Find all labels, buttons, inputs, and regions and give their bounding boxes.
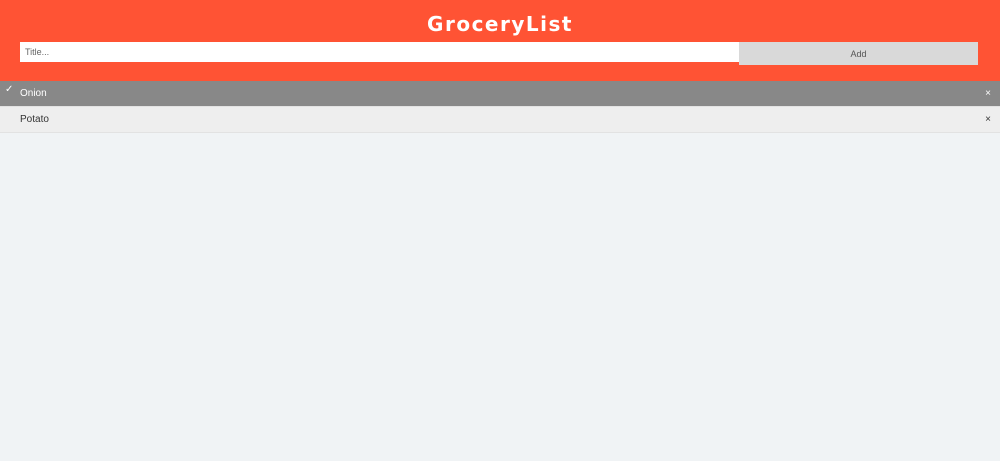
list-item[interactable]: Potato × xyxy=(0,107,1000,133)
grocery-list: ✓ Onion × Potato × xyxy=(0,81,1000,133)
list-item[interactable]: ✓ Onion × xyxy=(0,81,1000,107)
item-label: Potato xyxy=(20,114,49,125)
add-button[interactable]: Add xyxy=(739,42,978,65)
close-icon[interactable]: × xyxy=(985,114,991,126)
add-item-form: Add xyxy=(20,42,978,65)
header: GroceryList Add xyxy=(0,0,1000,81)
close-icon[interactable]: × xyxy=(985,88,991,100)
item-label: Onion xyxy=(20,88,47,99)
checkmark-icon: ✓ xyxy=(5,84,14,95)
app-title: GroceryList xyxy=(427,12,573,36)
title-input[interactable] xyxy=(20,42,739,62)
